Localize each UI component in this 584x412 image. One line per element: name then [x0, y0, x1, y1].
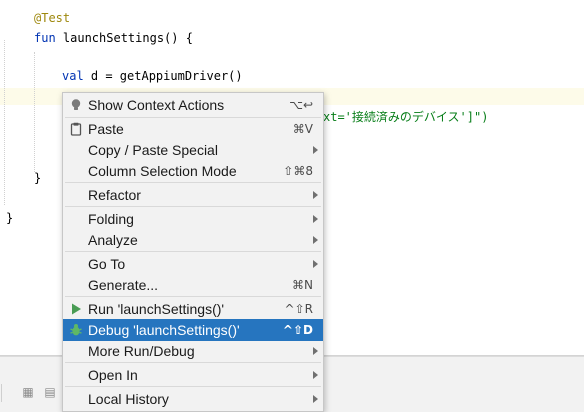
menu-separator: [65, 206, 321, 207]
toolbar-divider: [1, 384, 2, 402]
menu-item-analyze[interactable]: Analyze: [63, 229, 323, 251]
debug-icon: [70, 324, 82, 336]
menu-separator: [65, 362, 321, 363]
submenu-arrow-icon: [313, 146, 318, 154]
submenu-arrow-icon: [313, 236, 318, 244]
clipboard-icon: [70, 122, 82, 136]
code-line-annotation: @Test: [34, 11, 71, 25]
menu-item-copy-paste-special[interactable]: Copy / Paste Special: [63, 139, 323, 161]
menu-item-run[interactable]: Run 'launchSettings()' ^⇧R: [63, 298, 323, 320]
context-menu: Show Context Actions ⌥↩ Paste ⌘V Copy / …: [62, 92, 324, 412]
menu-item-refactor[interactable]: Refactor: [63, 184, 323, 206]
code-line-fun: fun launchSettings() {: [34, 31, 193, 45]
code-line-outer-brace: }: [6, 211, 14, 225]
indent-guide: [34, 52, 35, 172]
run-icon: [72, 303, 81, 315]
menu-item-more-run-debug[interactable]: More Run/Debug: [63, 340, 323, 362]
submenu-arrow-icon: [313, 191, 318, 199]
document-icon[interactable]: ▤: [43, 385, 57, 399]
submenu-arrow-icon: [313, 260, 318, 268]
code-line-inner-brace: }: [34, 171, 42, 185]
menu-item-local-history[interactable]: Local History: [63, 388, 323, 410]
menu-item-show-context-actions[interactable]: Show Context Actions ⌥↩: [63, 94, 323, 116]
menu-separator: [65, 386, 321, 387]
code-line-val: val d = getAppiumDriver(): [62, 69, 243, 83]
menu-item-paste[interactable]: Paste ⌘V: [63, 118, 323, 140]
menu-item-go-to[interactable]: Go To: [63, 253, 323, 275]
submenu-arrow-icon: [313, 215, 318, 223]
menu-separator: [65, 296, 321, 297]
menu-separator: [65, 251, 321, 252]
menu-item-generate[interactable]: Generate... ⌘N: [63, 274, 323, 296]
menu-separator: [65, 182, 321, 183]
menu-item-open-in[interactable]: Open In: [63, 364, 323, 386]
code-line-string-partial: xt='接続済みのデバイス']"): [323, 110, 489, 124]
menu-item-debug[interactable]: Debug 'launchSettings()' ^⇧D: [63, 319, 323, 341]
indent-guide: [4, 40, 5, 205]
lightbulb-icon: [71, 99, 81, 110]
menu-item-column-selection-mode[interactable]: Column Selection Mode ⇧⌘8: [63, 160, 323, 182]
submenu-arrow-icon: [313, 395, 318, 403]
menu-item-folding[interactable]: Folding: [63, 208, 323, 230]
grid-icon[interactable]: ▦: [21, 385, 35, 399]
submenu-arrow-icon: [313, 371, 318, 379]
submenu-arrow-icon: [313, 347, 318, 355]
